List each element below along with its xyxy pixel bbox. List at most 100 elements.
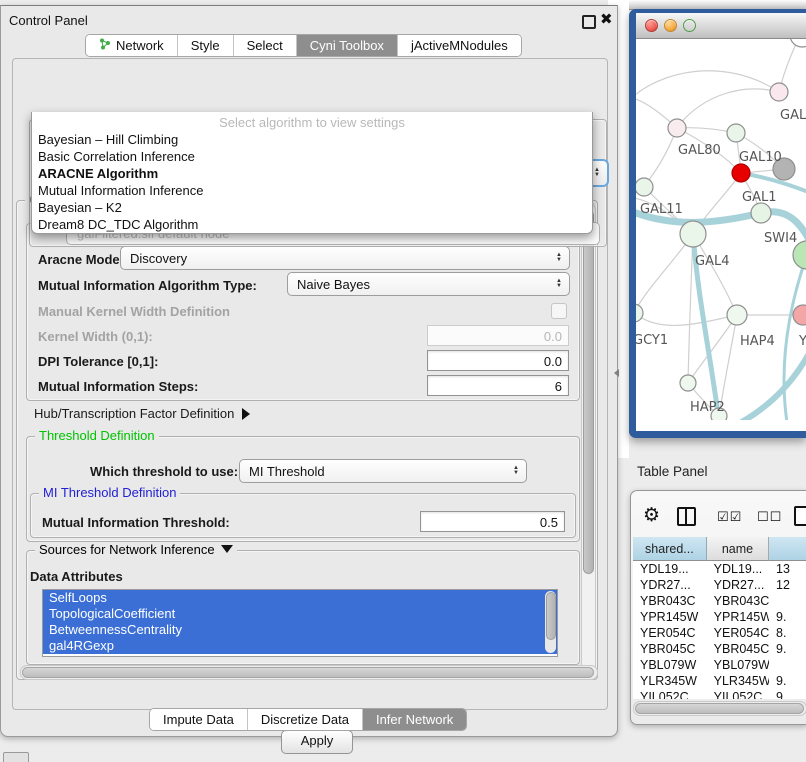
list-scrollbar-thumb[interactable]	[546, 592, 556, 640]
node-label: Y	[798, 334, 806, 349]
select-all-checkboxes-icon[interactable]: ☑☑	[717, 509, 742, 525]
combo-spinner-icon: ▲▼	[594, 168, 600, 178]
gear-icon[interactable]: ⚙	[643, 505, 660, 527]
which-threshold-combo[interactable]: MI Threshold ▲▼	[239, 459, 527, 483]
table-row[interactable]: YPR145WYPR145W9.	[633, 609, 806, 625]
node-label: GAL11	[640, 202, 683, 217]
dropdown-item[interactable]: Basic Correlation Inference	[32, 148, 592, 165]
network-node-gal[interactable]	[770, 83, 788, 101]
network-node-gal10[interactable]	[727, 124, 745, 142]
network-node-pink[interactable]	[793, 305, 806, 325]
network-node-gal80[interactable]	[668, 119, 686, 137]
network-node[interactable]	[790, 39, 806, 47]
tab-discretize-data[interactable]: Discretize Data	[248, 709, 363, 730]
settings-hscrollbar[interactable]	[20, 665, 598, 680]
document-icon[interactable]	[794, 506, 806, 526]
node-label: GAL4	[695, 254, 729, 269]
table-row[interactable]: YBR045CYBR045C9.	[633, 641, 806, 657]
table-panel-title: Table Panel	[637, 464, 708, 479]
kernel-width-label: Kernel Width (0,1):	[38, 329, 153, 344]
network-node-gal4[interactable]	[680, 221, 706, 247]
mi-threshold-field[interactable]: 0.5	[420, 511, 565, 532]
combo-spinner-icon: ▲▼	[556, 279, 562, 289]
node-label: HAP4	[740, 334, 775, 349]
mi-algorithm-type-combo[interactable]: Naive Bayes ▲▼	[287, 272, 570, 296]
deselect-all-checkboxes-icon[interactable]: ☐☐	[757, 509, 782, 525]
group-title: Threshold Definition	[35, 428, 159, 443]
tab-infer-network[interactable]: Infer Network	[363, 709, 466, 730]
combo-spinner-icon: ▲▼	[513, 466, 519, 476]
list-item[interactable]: BetweennessCentrality	[43, 622, 557, 638]
network-node-gcy1[interactable]	[636, 304, 643, 322]
mac-close-icon[interactable]	[645, 19, 658, 32]
dropdown-item[interactable]: Mutual Information Inference	[32, 182, 592, 199]
tab-network[interactable]: Network	[86, 35, 178, 56]
node-attribute-table: shared... name YDL19...YDL19...13 YDR27.…	[633, 537, 806, 699]
mac-minimize-icon[interactable]	[664, 19, 677, 32]
table-row[interactable]: YBR043CYBR043C	[633, 593, 806, 609]
settings-scrollbar[interactable]	[581, 203, 596, 675]
table-row[interactable]: YIL052CYIL052C9.	[633, 689, 806, 699]
node-label: SWI4	[764, 231, 797, 246]
tab-select[interactable]: Select	[234, 35, 297, 56]
table-row[interactable]: YBL079WYBL079W	[633, 657, 806, 673]
network-canvas[interactable]: GAL GAL80 GAL10 GAL1 GAL11 SWI4 GAL4 GCY…	[636, 39, 806, 420]
tab-label: Network	[116, 38, 164, 53]
network-node-swi4[interactable]	[751, 203, 771, 223]
close-panel-icon[interactable]: ✖	[600, 10, 613, 28]
dpi-tolerance-field[interactable]: 0.0	[427, 350, 569, 371]
table-hscrollbar[interactable]	[633, 701, 806, 716]
dropdown-item[interactable]: Bayesian – K2	[32, 199, 592, 216]
tab-style[interactable]: Style	[178, 35, 234, 56]
mac-zoom-icon[interactable]	[683, 19, 696, 32]
table-hscrollbar-thumb[interactable]	[635, 703, 804, 714]
list-item[interactable]: SelfLoops	[43, 590, 557, 606]
list-scrollbar[interactable]	[545, 591, 556, 653]
settings-scrollbar-thumb[interactable]	[583, 210, 594, 574]
mi-steps-label: Mutual Information Steps:	[38, 379, 198, 394]
network-node-hap2[interactable]	[680, 375, 696, 391]
tab-cyni-toolbox[interactable]: Cyni Toolbox	[297, 35, 398, 56]
settings-hscrollbar-thumb[interactable]	[22, 667, 594, 678]
table-panel-window: ⚙ ☑☑ ☐☐ shared... name YDL19...YDL19...1…	[630, 490, 806, 725]
network-node-gal11[interactable]	[636, 178, 653, 196]
list-item[interactable]: gal4RGexp	[43, 638, 557, 654]
network-graph: GAL GAL80 GAL10 GAL1 GAL11 SWI4 GAL4 GCY…	[636, 39, 806, 420]
table-row[interactable]: YDL19...YDL19...13	[633, 561, 806, 577]
panel-title: Control Panel	[9, 13, 88, 28]
expand-arrow-icon	[242, 408, 250, 420]
network-window-titlebar[interactable]	[636, 13, 806, 39]
which-threshold-label: Which threshold to use:	[90, 464, 238, 479]
column-header-shared-name[interactable]: shared...	[633, 537, 707, 561]
collapse-arrow-icon	[221, 545, 233, 553]
dropdown-item-selected[interactable]: ARACNE Algorithm	[32, 165, 592, 182]
tab-impute-data[interactable]: Impute Data	[150, 709, 248, 730]
manual-kernel-checkbox[interactable]	[551, 303, 567, 319]
taskbar-button-fragment[interactable]	[3, 752, 29, 762]
dropdown-prompt: Select algorithm to view settings	[32, 114, 592, 131]
table-row[interactable]: YLR345WYLR345W9.	[633, 673, 806, 689]
network-node-gal1[interactable]	[732, 164, 750, 182]
mi-steps-field[interactable]: 6	[427, 375, 569, 396]
apply-button[interactable]: Apply	[281, 730, 353, 754]
table-row[interactable]: YER054CYER054C8.	[633, 625, 806, 641]
column-header-name[interactable]: name	[707, 537, 769, 561]
algorithm-dropdown-popup: Select algorithm to view settings Bayesi…	[31, 112, 593, 234]
dropdown-item[interactable]: Dream8 DC_TDC Algorithm	[32, 216, 592, 233]
list-item[interactable]: TopologicalCoefficient	[43, 606, 557, 622]
dropdown-item[interactable]: Bayesian – Hill Climbing	[32, 131, 592, 148]
tab-jactivemnodules[interactable]: jActiveMNodules	[398, 35, 521, 56]
node-label: GAL10	[739, 150, 782, 165]
network-node-hap4[interactable]	[727, 305, 747, 325]
table-row[interactable]: YDR27...YDR27...12	[633, 577, 806, 593]
node-label: GAL	[780, 108, 806, 123]
group-title: Sources for Network Inference	[35, 542, 237, 557]
column-layout-icon[interactable]	[677, 507, 696, 526]
column-header[interactable]	[769, 537, 806, 561]
float-window-icon[interactable]	[582, 15, 596, 29]
aracne-mode-combo[interactable]: Discovery ▲▼	[120, 246, 570, 270]
hub-definition-expander[interactable]: Hub/Transcription Factor Definition	[34, 406, 250, 421]
split-pane-collapse-icon[interactable]	[614, 369, 619, 377]
node-label: GCY1	[636, 333, 668, 348]
kernel-width-field[interactable]: 0.0	[427, 325, 569, 346]
